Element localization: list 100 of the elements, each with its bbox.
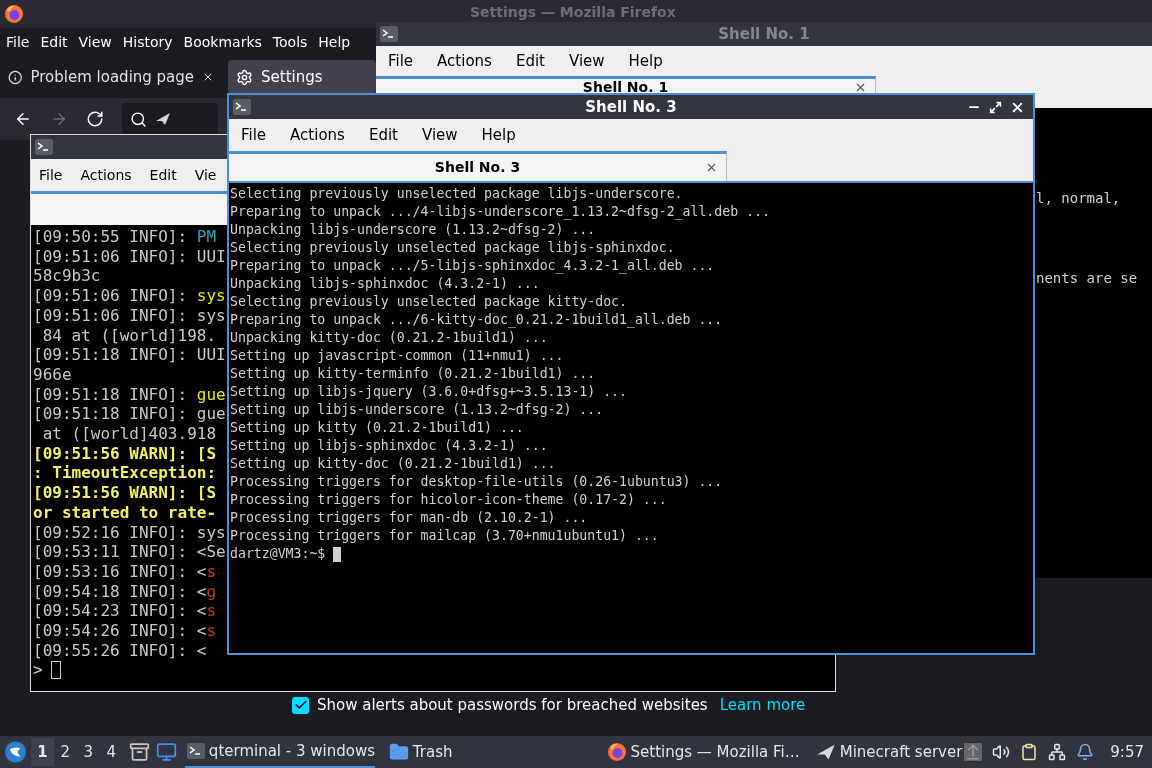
log-line: [09:52:16 INFO]: sys: [33, 522, 226, 543]
maximize-icon[interactable]: [989, 100, 1002, 114]
terminal-line: Selecting previously unselected package kitty-doc.: [230, 293, 628, 311]
prompt: >: [33, 660, 43, 681]
terminal-icon: [380, 26, 398, 42]
menu-item[interactable]: Vie: [194, 164, 217, 186]
close-icon[interactable]: [705, 161, 718, 174]
clipboard-icon[interactable]: [1020, 743, 1039, 761]
menu-item[interactable]: File: [388, 49, 414, 73]
menu-item[interactable]: Bookmarks: [183, 31, 262, 53]
log-line: [09:53:16 INFO]: <s: [33, 561, 217, 582]
taskbar-task[interactable]: Settings — Mozilla Fi…: [604, 736, 802, 768]
taskbar-task[interactable]: Trash: [386, 736, 455, 768]
log-line: [09:51:18 INFO]: UUI: [33, 345, 226, 365]
info-icon: [8, 68, 23, 86]
menu-item[interactable]: Edit: [515, 49, 545, 73]
browser-tab[interactable]: Problem loading page: [0, 60, 222, 94]
log-line: [09:51:06 INFO]: UUI: [33, 246, 226, 267]
desktop-switcher[interactable]: 2: [53, 738, 77, 766]
address-field[interactable]: [122, 103, 218, 135]
notification-icon[interactable]: [1076, 743, 1095, 761]
terminal-line: Setting up kitty (0.21.2-1build1) ...: [230, 419, 525, 437]
taskbar-task[interactable]: qterminal - 3 windows: [184, 736, 375, 768]
log-line: [09:51:18 INFO]: gue: [33, 384, 226, 405]
menu-item[interactable]: View: [78, 31, 112, 53]
folder-icon: [388, 742, 409, 762]
terminal-line: nents are se: [1036, 269, 1138, 288]
checkbox[interactable]: [292, 696, 309, 714]
menu-item[interactable]: History: [122, 31, 173, 53]
terminal-line: Processing triggers for mailcap (3.70+nmu1ubuntu1) ...: [230, 527, 660, 545]
checkbox-label: Show alerts about passwords for breached websites: [317, 695, 708, 716]
cursor: [333, 546, 342, 562]
back-icon[interactable]: [14, 110, 32, 128]
terminal-line: Setting up libjs-sphinxdoc (4.3.2-1) ...: [230, 437, 549, 455]
settings-icon: [236, 68, 253, 86]
firefox-icon: [4, 4, 24, 24]
log-line: [09:51:56 WARN]: [S: [33, 443, 217, 464]
terminal-line: Setting up libjs-jquery (3.6.0+dfsg+~3.5.13-1) ...: [230, 383, 628, 401]
menu-item[interactable]: Actions: [290, 123, 345, 147]
menu-item[interactable]: View: [421, 123, 458, 147]
menu-item[interactable]: File: [6, 31, 30, 53]
reload-icon[interactable]: [86, 110, 104, 128]
terminal-line: Processing triggers for hicolor-icon-theme (0.17-2) ...: [230, 491, 668, 509]
network-icon[interactable]: [1048, 743, 1067, 761]
plane-icon: [155, 112, 171, 126]
log-line: : TimeoutException:: [33, 463, 217, 484]
window-title: Settings — Mozilla Firefox: [470, 3, 676, 22]
terminal-line: Preparing to unpack .../5-libjs-sphinxdoc_4.3.2-1_all.deb ...: [230, 257, 716, 275]
menu-item[interactable]: Help: [318, 31, 351, 53]
eject-icon[interactable]: [964, 743, 983, 761]
terminal-line: Setting up kitty-terminfo (0.21.2-1build1) ...: [230, 365, 597, 383]
log-line: [09:55:26 INFO]: <: [33, 640, 207, 661]
terminal-line: Setting up libjs-underscore (1.13.2~dfsg-2) ...: [230, 401, 605, 419]
terminal-line: Unpacking kitty-doc (0.21.2-1build1) ...: [230, 329, 549, 347]
menu-item[interactable]: Edit: [40, 31, 68, 53]
firefox-icon: [606, 742, 627, 762]
menu-item[interactable]: Actions: [437, 49, 492, 73]
terminal-tab[interactable]: Shell No. 1: [376, 76, 876, 96]
terminal-line: Processing triggers for man-db (2.10.2-1) ...: [230, 509, 589, 527]
log-line: or started to rate-: [33, 502, 217, 523]
close-icon[interactable]: [854, 81, 867, 94]
menu-item[interactable]: Edit: [149, 164, 177, 186]
terminal-line: Preparing to unpack .../4-libjs-underscore_1.13.2~dfsg-2_all.deb ...: [230, 203, 771, 221]
terminal-line: Setting up javascript-common (11+nmu1) ...: [230, 347, 565, 365]
prompt: dartz@VM3:~$: [230, 545, 326, 563]
log-line: [09:51:18 INFO]: gue: [33, 404, 226, 425]
desktop-switcher[interactable]: 3: [76, 738, 100, 766]
desktop-switcher[interactable]: 1: [30, 738, 54, 766]
menu-item[interactable]: View: [568, 49, 605, 73]
clock[interactable]: 9:57: [1110, 740, 1144, 764]
terminal-tab[interactable]: Shell No. 3: [229, 151, 727, 181]
start-menu-icon[interactable]: [4, 740, 27, 764]
cursor: [50, 661, 61, 680]
menu-item[interactable]: File: [241, 123, 267, 147]
log-line: 84 at ([world]198.: [41, 325, 217, 346]
terminal-line: Setting up kitty-doc (0.21.2-1build1) ...: [230, 455, 557, 473]
desktop-switcher[interactable]: 4: [99, 738, 123, 766]
volume-icon[interactable]: [992, 743, 1011, 761]
menu-item[interactable]: Tools: [272, 31, 308, 53]
browser-tab[interactable]: Settings: [228, 60, 376, 94]
log-line: [09:54:26 INFO]: <s: [33, 621, 217, 641]
terminal-icon: [233, 99, 251, 115]
menu-item[interactable]: Help: [481, 123, 516, 147]
file-cabinet-icon[interactable]: [128, 741, 150, 763]
menu-item[interactable]: Help: [628, 49, 663, 73]
menu-item[interactable]: Edit: [368, 123, 398, 147]
taskbar-task[interactable]: Minecraft server: [813, 736, 965, 768]
log-line: [09:51:06 INFO]: sys: [33, 305, 226, 326]
learn-more-link[interactable]: Learn more: [719, 694, 806, 717]
desktop-icon[interactable]: [155, 741, 177, 763]
log-line: 58c9b3c: [33, 266, 101, 287]
menu-item[interactable]: File: [39, 164, 63, 186]
terminal-icon: [35, 139, 53, 155]
search-icon: [130, 110, 147, 128]
log-line: at ([world]403.918: [41, 424, 217, 444]
menu-item[interactable]: Actions: [80, 164, 132, 186]
log-line: [09:54:18 INFO]: <g: [33, 581, 217, 602]
window-title: Shell No. 1: [718, 23, 810, 45]
window-title: Shell No. 3: [585, 96, 677, 118]
terminal-line: Preparing to unpack .../6-kitty-doc_0.21.2-1build1_all.deb ...: [230, 311, 724, 329]
